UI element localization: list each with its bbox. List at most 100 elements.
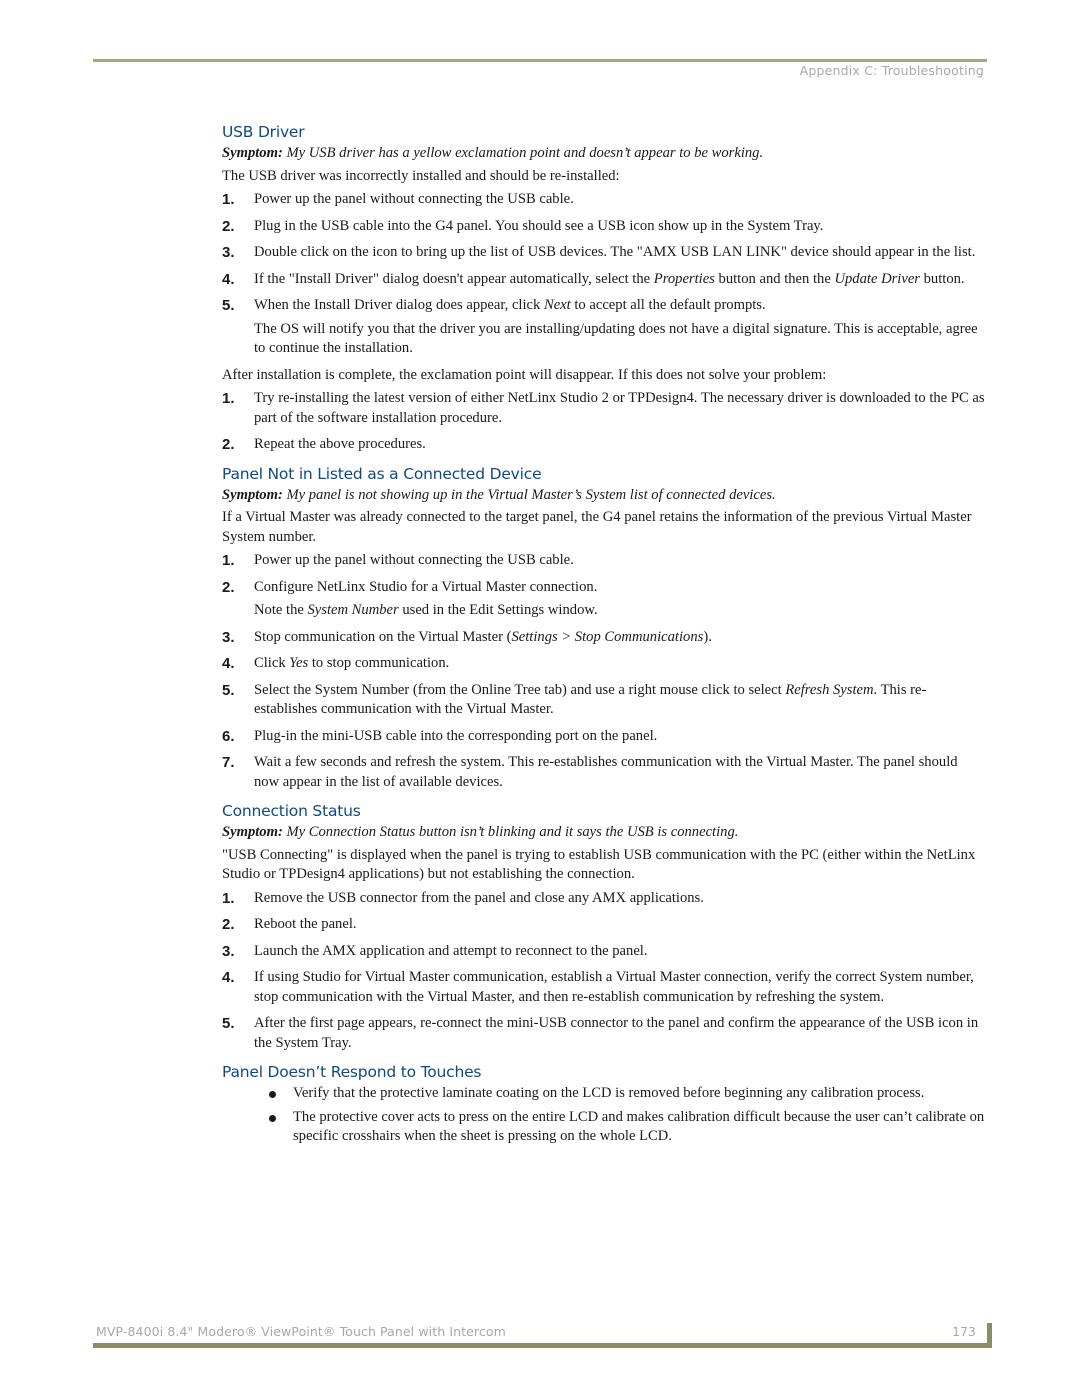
list-item: 5. When the Install Driver dialog does ap… [222,296,986,359]
header-rule [93,59,987,62]
step-number: 2. [222,916,235,933]
list-item: The protective cover acts to press on th… [222,1108,986,1147]
step-text: After the first page appears, re-connect… [254,1015,979,1051]
running-head: Appendix C: Troubleshooting [799,63,984,78]
list-item: 4. Click Yes to stop communication. [222,654,986,674]
step-number: 3. [222,942,235,960]
step-text: Wait a few seconds and refresh the syste… [254,754,958,790]
section-panel-touches: Panel Doesn’t Respond to Touches Verify … [222,1060,986,1147]
step-text: Power up the panel without connecting th… [254,191,574,207]
step-note: The OS will notify you that the driver y… [254,320,978,357]
symptom-label: Symptom: [222,145,283,161]
step-emphasis: Update Driver [834,270,920,287]
step-text: Configure NetLinx Studio for a Virtual M… [254,578,598,595]
step-emphasis: Refresh System [785,681,874,698]
step-text: to stop communication. [308,655,450,671]
symptom-label: Symptom: [222,824,283,840]
list-item: 5. Select the System Number (from the Onl… [222,681,986,720]
intro-paragraph: "USB Connecting" is displayed when the p… [222,846,976,883]
step-emphasis: Yes [289,655,309,671]
step-text: If using Studio for Virtual Master commu… [254,969,974,1005]
step-number: 3. [222,244,235,261]
step-emphasis: Settings > Stop Communications [511,628,704,645]
step-number: 6. [222,727,235,745]
section-heading: Connection Status [222,802,361,820]
step-emphasis: Next [543,297,571,313]
list-item: 1. Try re-installing the latest version o… [222,389,986,428]
symptom: Symptom: My panel is not showing up in t… [222,486,986,506]
intro-paragraph: If a Virtual Master was already connecte… [222,509,972,545]
bullet-icon [269,1091,276,1098]
step-text: Power up the panel without connecting th… [254,552,574,568]
step-text: If the "Install Driver" dialog doesn't a… [254,270,654,287]
page-content: USB Driver Symptom: My USB driver has a … [222,120,986,1151]
step-text: When the Install Driver dialog does appe… [254,297,544,313]
steps-list: 1. Power up the panel without connecting … [222,190,986,359]
step-number: 1. [222,390,235,407]
step-number: 5. [222,1015,235,1032]
list-item: 3. Double click on the icon to bring up t… [222,243,986,263]
step-number: 2. [222,217,235,235]
step-number: 1. [222,552,235,569]
section-heading: Panel Not in Listed as a Connected Devic… [222,464,542,483]
bullet-text: The protective cover acts to press on th… [293,1108,985,1145]
step-text: Stop communication on the Virtual Master… [254,628,512,645]
step-text: Remove the USB connector from the panel … [254,889,704,906]
step-number: 2. [222,578,235,596]
step-number: 3. [222,628,235,646]
bullet-list: Verify that the protective laminate coat… [222,1084,986,1147]
step-text: Plug-in the mini-USB cable into the corr… [254,727,658,744]
step-text: Plug in the USB cable into the G4 panel.… [254,217,824,234]
symptom-label: Symptom: [222,486,283,503]
step-text: Launch the AMX application and attempt t… [254,942,648,959]
section-heading: USB Driver [222,123,305,141]
list-item: 1. Remove the USB connector from the pane… [222,889,986,909]
steps-list: 1. Remove the USB connector from the pane… [222,889,986,1054]
step-number: 4. [222,655,235,672]
step-number: 5. [222,681,235,699]
symptom-text: My Connection Status button isn’t blinki… [282,824,739,840]
bullet-text: Verify that the protective laminate coat… [293,1085,925,1101]
section-panel-not-listed: Panel Not in Listed as a Connected Devic… [222,462,986,793]
step-text: Double click on the icon to bring up the… [254,244,976,260]
list-item: 2. Reboot the panel. [222,915,986,935]
step-text: Click [254,655,290,671]
note-text: used in the Edit Settings window. [398,602,598,618]
symptom-text: My panel is not showing up in the Virtua… [282,486,776,503]
symptom: Symptom: My USB driver has a yellow excl… [222,144,986,164]
section-connection-status: Connection Status Symptom: My Connection… [222,799,986,1053]
list-item: 1. Power up the panel without connecting … [222,551,986,571]
step-text: button and then the [714,270,835,287]
list-item: 3. Launch the AMX application and attempt… [222,942,986,962]
list-item: 3. Stop communication on the Virtual Mast… [222,628,986,648]
steps-list: 1. Power up the panel without connecting … [222,551,986,792]
page-number: 173 [952,1324,976,1339]
step-number: 4. [222,270,235,288]
footer-title: MVP-8400i 8.4" Modero® ViewPoint® Touch … [96,1324,506,1339]
step-text: to accept all the default prompts. [570,297,766,313]
step-number: 5. [222,297,235,314]
step-number: 2. [222,436,235,453]
bullet-icon [269,1114,276,1122]
step-number: 1. [222,191,235,208]
after-paragraph: After installation is complete, the excl… [222,366,827,383]
note-emphasis: System Number [307,602,399,618]
list-item: Verify that the protective laminate coat… [222,1084,986,1104]
list-item: 5. After the first page appears, re-conne… [222,1014,986,1053]
section-heading: Panel Doesn’t Respond to Touches [222,1063,482,1081]
step-text: Try re-installing the latest version of … [254,390,985,426]
list-item: 4. If the "Install Driver" dialog doesn't… [222,270,986,290]
list-item: 6. Plug-in the mini-USB cable into the co… [222,727,986,747]
intro-paragraph: The USB driver was incorrectly installed… [222,167,620,184]
step-text: Repeat the above procedures. [254,436,426,452]
step-text: Reboot the panel. [254,916,357,932]
step-number: 4. [222,969,235,986]
list-item: 1. Power up the panel without connecting … [222,190,986,210]
step-text: button. [919,270,965,287]
symptom: Symptom: My Connection Status button isn… [222,823,986,843]
list-item: 7. Wait a few seconds and refresh the sys… [222,753,986,792]
section-usb-driver: USB Driver Symptom: My USB driver has a … [222,120,986,455]
step-note: Note the System Number used in the Edit … [254,601,986,621]
footer-rule [93,1343,992,1348]
list-item: 2. Configure NetLinx Studio for a Virtual… [222,578,986,621]
